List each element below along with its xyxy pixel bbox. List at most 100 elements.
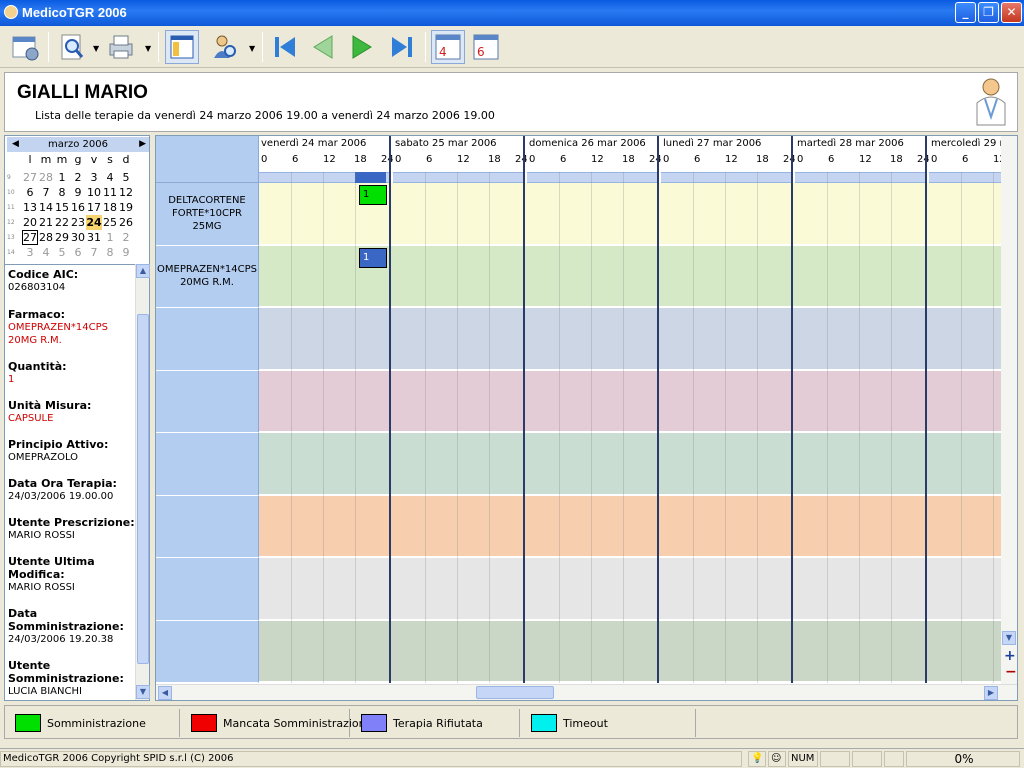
legend-swatch: [15, 714, 41, 732]
calendar-day[interactable]: 11: [102, 185, 118, 200]
scroll-up-icon[interactable]: ▲: [136, 264, 150, 278]
therapy-event[interactable]: 1: [359, 185, 387, 205]
hour-label: 18: [488, 154, 501, 165]
first-icon[interactable]: [268, 30, 302, 64]
calendar-day[interactable]: 9: [70, 185, 86, 200]
therapy-row[interactable]: [259, 495, 1001, 557]
therapy-row[interactable]: [259, 308, 1001, 370]
panel-icon[interactable]: [165, 30, 199, 64]
therapy-row-label[interactable]: [156, 620, 259, 683]
calendar-day[interactable]: 1: [54, 170, 70, 185]
zoom-out-icon[interactable]: −: [1005, 664, 1017, 680]
therapy-row[interactable]: [259, 620, 1001, 682]
calendar-day[interactable]: 14: [38, 200, 54, 215]
calendar-day[interactable]: 12: [118, 185, 134, 200]
hour-label: 0: [395, 154, 402, 165]
previous-icon[interactable]: [306, 30, 340, 64]
search-user-icon[interactable]: [208, 30, 242, 64]
prev-month-icon[interactable]: ◀: [12, 137, 19, 152]
print-dropdown-icon[interactable]: ▼: [145, 44, 151, 53]
calendar-day[interactable]: 26: [118, 215, 134, 230]
therapy-row[interactable]: [259, 370, 1001, 432]
details-scrollbar[interactable]: ▲ ▼: [135, 264, 150, 700]
calendar-day[interactable]: 7: [86, 245, 102, 260]
therapy-row-label[interactable]: OMEPRAZEN*14CPS 20MG R.M.: [156, 245, 259, 308]
calendar-day[interactable]: 21: [38, 215, 54, 230]
calendar-day[interactable]: 4: [102, 170, 118, 185]
calendar-day[interactable]: 15: [54, 200, 70, 215]
calendar-day[interactable]: 17: [86, 200, 102, 215]
therapy-row-label[interactable]: [156, 433, 259, 496]
hour-label: 18: [354, 154, 367, 165]
calendar-day[interactable]: 22: [54, 215, 70, 230]
calendar-day[interactable]: 13: [22, 200, 38, 215]
scroll-down-icon[interactable]: ▼: [1002, 631, 1016, 645]
calendar-day[interactable]: 5: [118, 170, 134, 185]
schedule-grid[interactable]: venerdì 24 mar 2006 0 6 12 18 24 sabato 25 mar…: [155, 135, 1018, 701]
month-calendar[interactable]: ◀ marzo 2006 ▶ lmmgvsd 9 27 28 1 2 3 4 5 10 6 7 8 9 1…: [5, 136, 149, 263]
hour-label: 24: [917, 154, 930, 165]
next-icon[interactable]: [345, 30, 379, 64]
app-window: MedicoTGR 2006 _ ❐ ✕ ▼ ▼ ▼ 4 6 GIALLI MA…: [0, 0, 1024, 768]
calendar-day[interactable]: 8: [54, 185, 70, 200]
close-button[interactable]: ✕: [1001, 2, 1022, 23]
scroll-down-icon[interactable]: ▼: [136, 685, 150, 699]
calendar-day[interactable]: 6: [22, 185, 38, 200]
calendar-day[interactable]: 24: [86, 215, 102, 230]
calendar-day[interactable]: 27: [22, 170, 38, 185]
last-icon[interactable]: [385, 30, 419, 64]
calendar-day[interactable]: 6: [70, 245, 86, 260]
calendar-settings-icon[interactable]: [8, 30, 42, 64]
calendar-day[interactable]: 3: [86, 170, 102, 185]
calendar-day[interactable]: 28: [38, 170, 54, 185]
preview-icon[interactable]: [55, 30, 89, 64]
aic-label: Codice AIC:: [8, 268, 79, 281]
calendar-day[interactable]: 27: [22, 230, 38, 245]
therapy-row-label[interactable]: [156, 558, 259, 621]
calendar-day[interactable]: 29: [54, 230, 70, 245]
calendar-day[interactable]: 3: [22, 245, 38, 260]
calendar-day[interactable]: 9: [118, 245, 134, 260]
week-view-icon[interactable]: 6: [469, 30, 503, 64]
preview-dropdown-icon[interactable]: ▼: [93, 44, 99, 53]
day-view-icon[interactable]: 4: [431, 30, 465, 64]
calendar-day[interactable]: 5: [54, 245, 70, 260]
calendar-day[interactable]: 8: [102, 245, 118, 260]
maximize-button[interactable]: ❐: [978, 2, 999, 23]
scroll-left-icon[interactable]: ◀: [158, 686, 172, 700]
therapy-event[interactable]: 1: [359, 247, 387, 268]
calendar-day[interactable]: 28: [38, 230, 54, 245]
minimize-button[interactable]: _: [955, 2, 976, 23]
next-month-icon[interactable]: ▶: [139, 137, 146, 152]
calendar-day[interactable]: 25: [102, 215, 118, 230]
calendar-day[interactable]: 20: [22, 215, 38, 230]
therapy-row-label[interactable]: [156, 308, 259, 371]
hscroll-thumb[interactable]: [476, 686, 554, 699]
calendar-day[interactable]: 30: [70, 230, 86, 245]
day-header: domenica 26 mar 2006: [529, 138, 646, 149]
calendar-day[interactable]: 16: [70, 200, 86, 215]
calendar-day[interactable]: 2: [70, 170, 86, 185]
calendar-day[interactable]: 18: [102, 200, 118, 215]
calendar-day[interactable]: 31: [86, 230, 102, 245]
therapy-row[interactable]: [259, 558, 1001, 620]
calendar-day[interactable]: 4: [38, 245, 54, 260]
grid-horizontal-scrollbar[interactable]: ◀ ▶: [156, 684, 1017, 700]
zoom-in-icon[interactable]: +: [1004, 648, 1016, 664]
therapy-row-label[interactable]: DELTACORTENE FORTE*10CPR 25MG: [156, 183, 259, 246]
calendar-day[interactable]: 23: [70, 215, 86, 230]
calendar-day[interactable]: 2: [118, 230, 134, 245]
scroll-right-icon[interactable]: ▶: [984, 686, 998, 700]
calendar-day[interactable]: 19: [118, 200, 134, 215]
therapy-row-label[interactable]: [156, 495, 259, 558]
utente-somm-label-2: Somministrazione:: [8, 672, 124, 685]
calendar-day[interactable]: 10: [86, 185, 102, 200]
therapy-row-label[interactable]: [156, 370, 259, 433]
calendar-day[interactable]: 1: [102, 230, 118, 245]
search-dropdown-icon[interactable]: ▼: [249, 44, 255, 53]
scroll-thumb[interactable]: [137, 314, 149, 664]
grid-vertical-scrollbar[interactable]: ▼ + −: [1001, 136, 1017, 684]
print-icon[interactable]: [104, 30, 138, 64]
therapy-row[interactable]: [259, 433, 1001, 495]
calendar-day[interactable]: 7: [38, 185, 54, 200]
